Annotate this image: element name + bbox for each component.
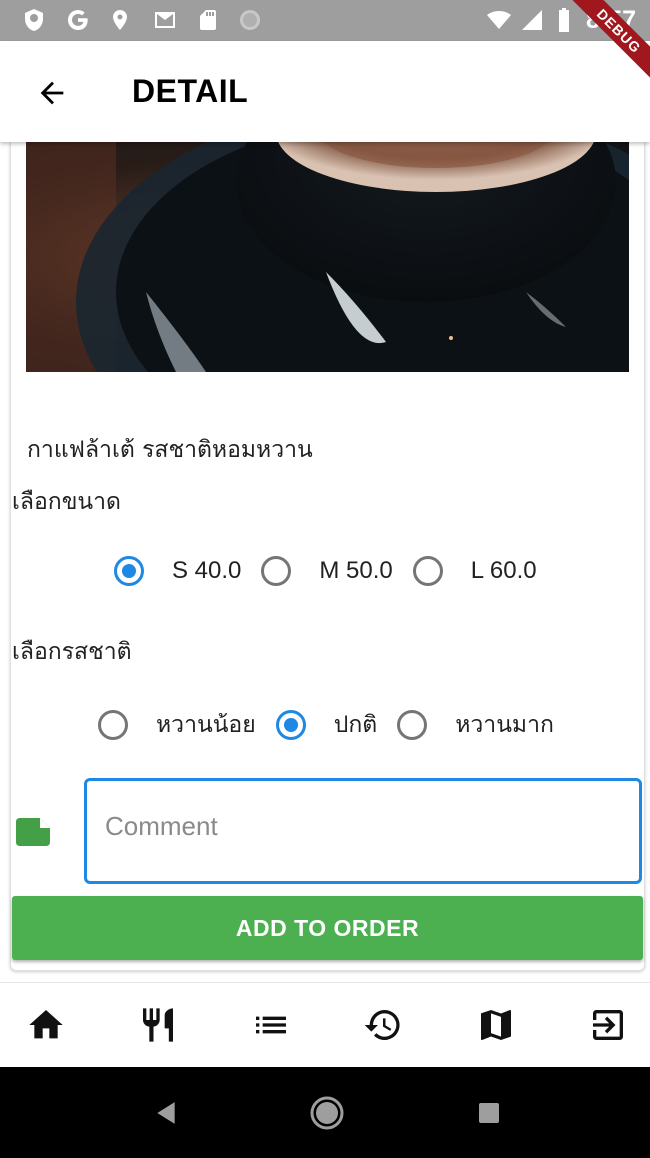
taste-section-label: เลือกรสชาติ <box>12 639 132 665</box>
recents-square-icon <box>479 1103 499 1123</box>
nav-history[interactable] <box>361 1003 405 1047</box>
taste-option-less-sweet[interactable]: หวานน้อย <box>98 707 256 743</box>
battery-icon <box>555 8 573 32</box>
system-back-button[interactable] <box>146 1093 186 1133</box>
location-icon <box>108 8 132 32</box>
back-triangle-icon <box>157 1102 175 1124</box>
size-option-label: L 60.0 <box>470 557 537 584</box>
note-icon <box>14 816 52 848</box>
size-section-label: เลือกขนาด <box>12 489 121 515</box>
comment-input[interactable] <box>105 811 605 842</box>
wifi-icon <box>482 8 516 32</box>
list-icon <box>256 1016 286 1034</box>
back-button[interactable] <box>32 73 72 113</box>
product-image <box>26 142 629 372</box>
map-icon <box>481 1010 511 1040</box>
history-icon <box>364 1010 400 1040</box>
nav-map[interactable] <box>474 1003 518 1047</box>
radio-checked-icon[interactable] <box>114 556 144 586</box>
restaurant-icon <box>143 1008 173 1042</box>
size-radio-group: S 40.0 M 50.0 L 60.0 <box>114 556 557 586</box>
google-icon <box>66 8 90 32</box>
radio-unchecked-icon[interactable] <box>397 710 428 740</box>
size-option-s[interactable]: S 40.0 <box>114 556 241 586</box>
add-to-order-button[interactable]: ADD TO ORDER <box>12 896 643 960</box>
product-card: กาแฟล้าเต้ รสชาติหอมหวาน เลือกขนาด S 40.… <box>10 142 645 971</box>
system-navigation-bar <box>0 1067 650 1158</box>
system-recents-button[interactable] <box>469 1093 509 1133</box>
taste-option-normal[interactable]: ปกติ <box>275 707 378 743</box>
size-option-label: M 50.0 <box>319 557 393 584</box>
nav-orders[interactable] <box>249 1003 293 1047</box>
taste-option-extra-sweet[interactable]: หวานมาก <box>397 707 554 743</box>
home-icon <box>29 1010 63 1039</box>
taste-option-label: หวานน้อย <box>156 712 256 738</box>
size-option-m[interactable]: M 50.0 <box>261 556 393 586</box>
sync-icon <box>238 8 262 32</box>
home-circle-icon <box>310 1096 344 1130</box>
radio-unchecked-icon[interactable] <box>98 710 128 740</box>
shield-icon <box>22 8 46 32</box>
nav-logout[interactable] <box>586 1003 630 1047</box>
gmail-icon <box>150 8 180 32</box>
product-name: กาแฟล้าเต้ รสชาติหอมหวาน <box>27 437 313 463</box>
system-home-button[interactable] <box>307 1093 347 1133</box>
taste-radio-group: หวานน้อย ปกติ หวานมาก <box>98 707 574 743</box>
taste-option-label: หวานมาก <box>455 712 554 738</box>
status-bar: 8:57 DEBUG <box>0 0 650 85</box>
radio-unchecked-icon[interactable] <box>261 556 292 586</box>
sd-card-icon <box>196 8 220 32</box>
signal-icon <box>518 8 546 32</box>
size-option-label: S 40.0 <box>172 557 242 584</box>
page-title: DETAIL <box>132 73 249 109</box>
nav-home[interactable] <box>24 1003 68 1047</box>
radio-unchecked-icon[interactable] <box>412 556 443 586</box>
arrow-back-icon <box>40 81 64 105</box>
taste-option-label: ปกติ <box>333 712 378 738</box>
exit-icon <box>593 1010 623 1040</box>
comment-field[interactable] <box>84 778 642 884</box>
bottom-navigation <box>0 982 650 1068</box>
nav-menu[interactable] <box>136 1003 180 1047</box>
app-bar: DETAIL <box>0 41 650 142</box>
radio-checked-icon[interactable] <box>275 710 306 740</box>
size-option-l[interactable]: L 60.0 <box>412 556 537 586</box>
